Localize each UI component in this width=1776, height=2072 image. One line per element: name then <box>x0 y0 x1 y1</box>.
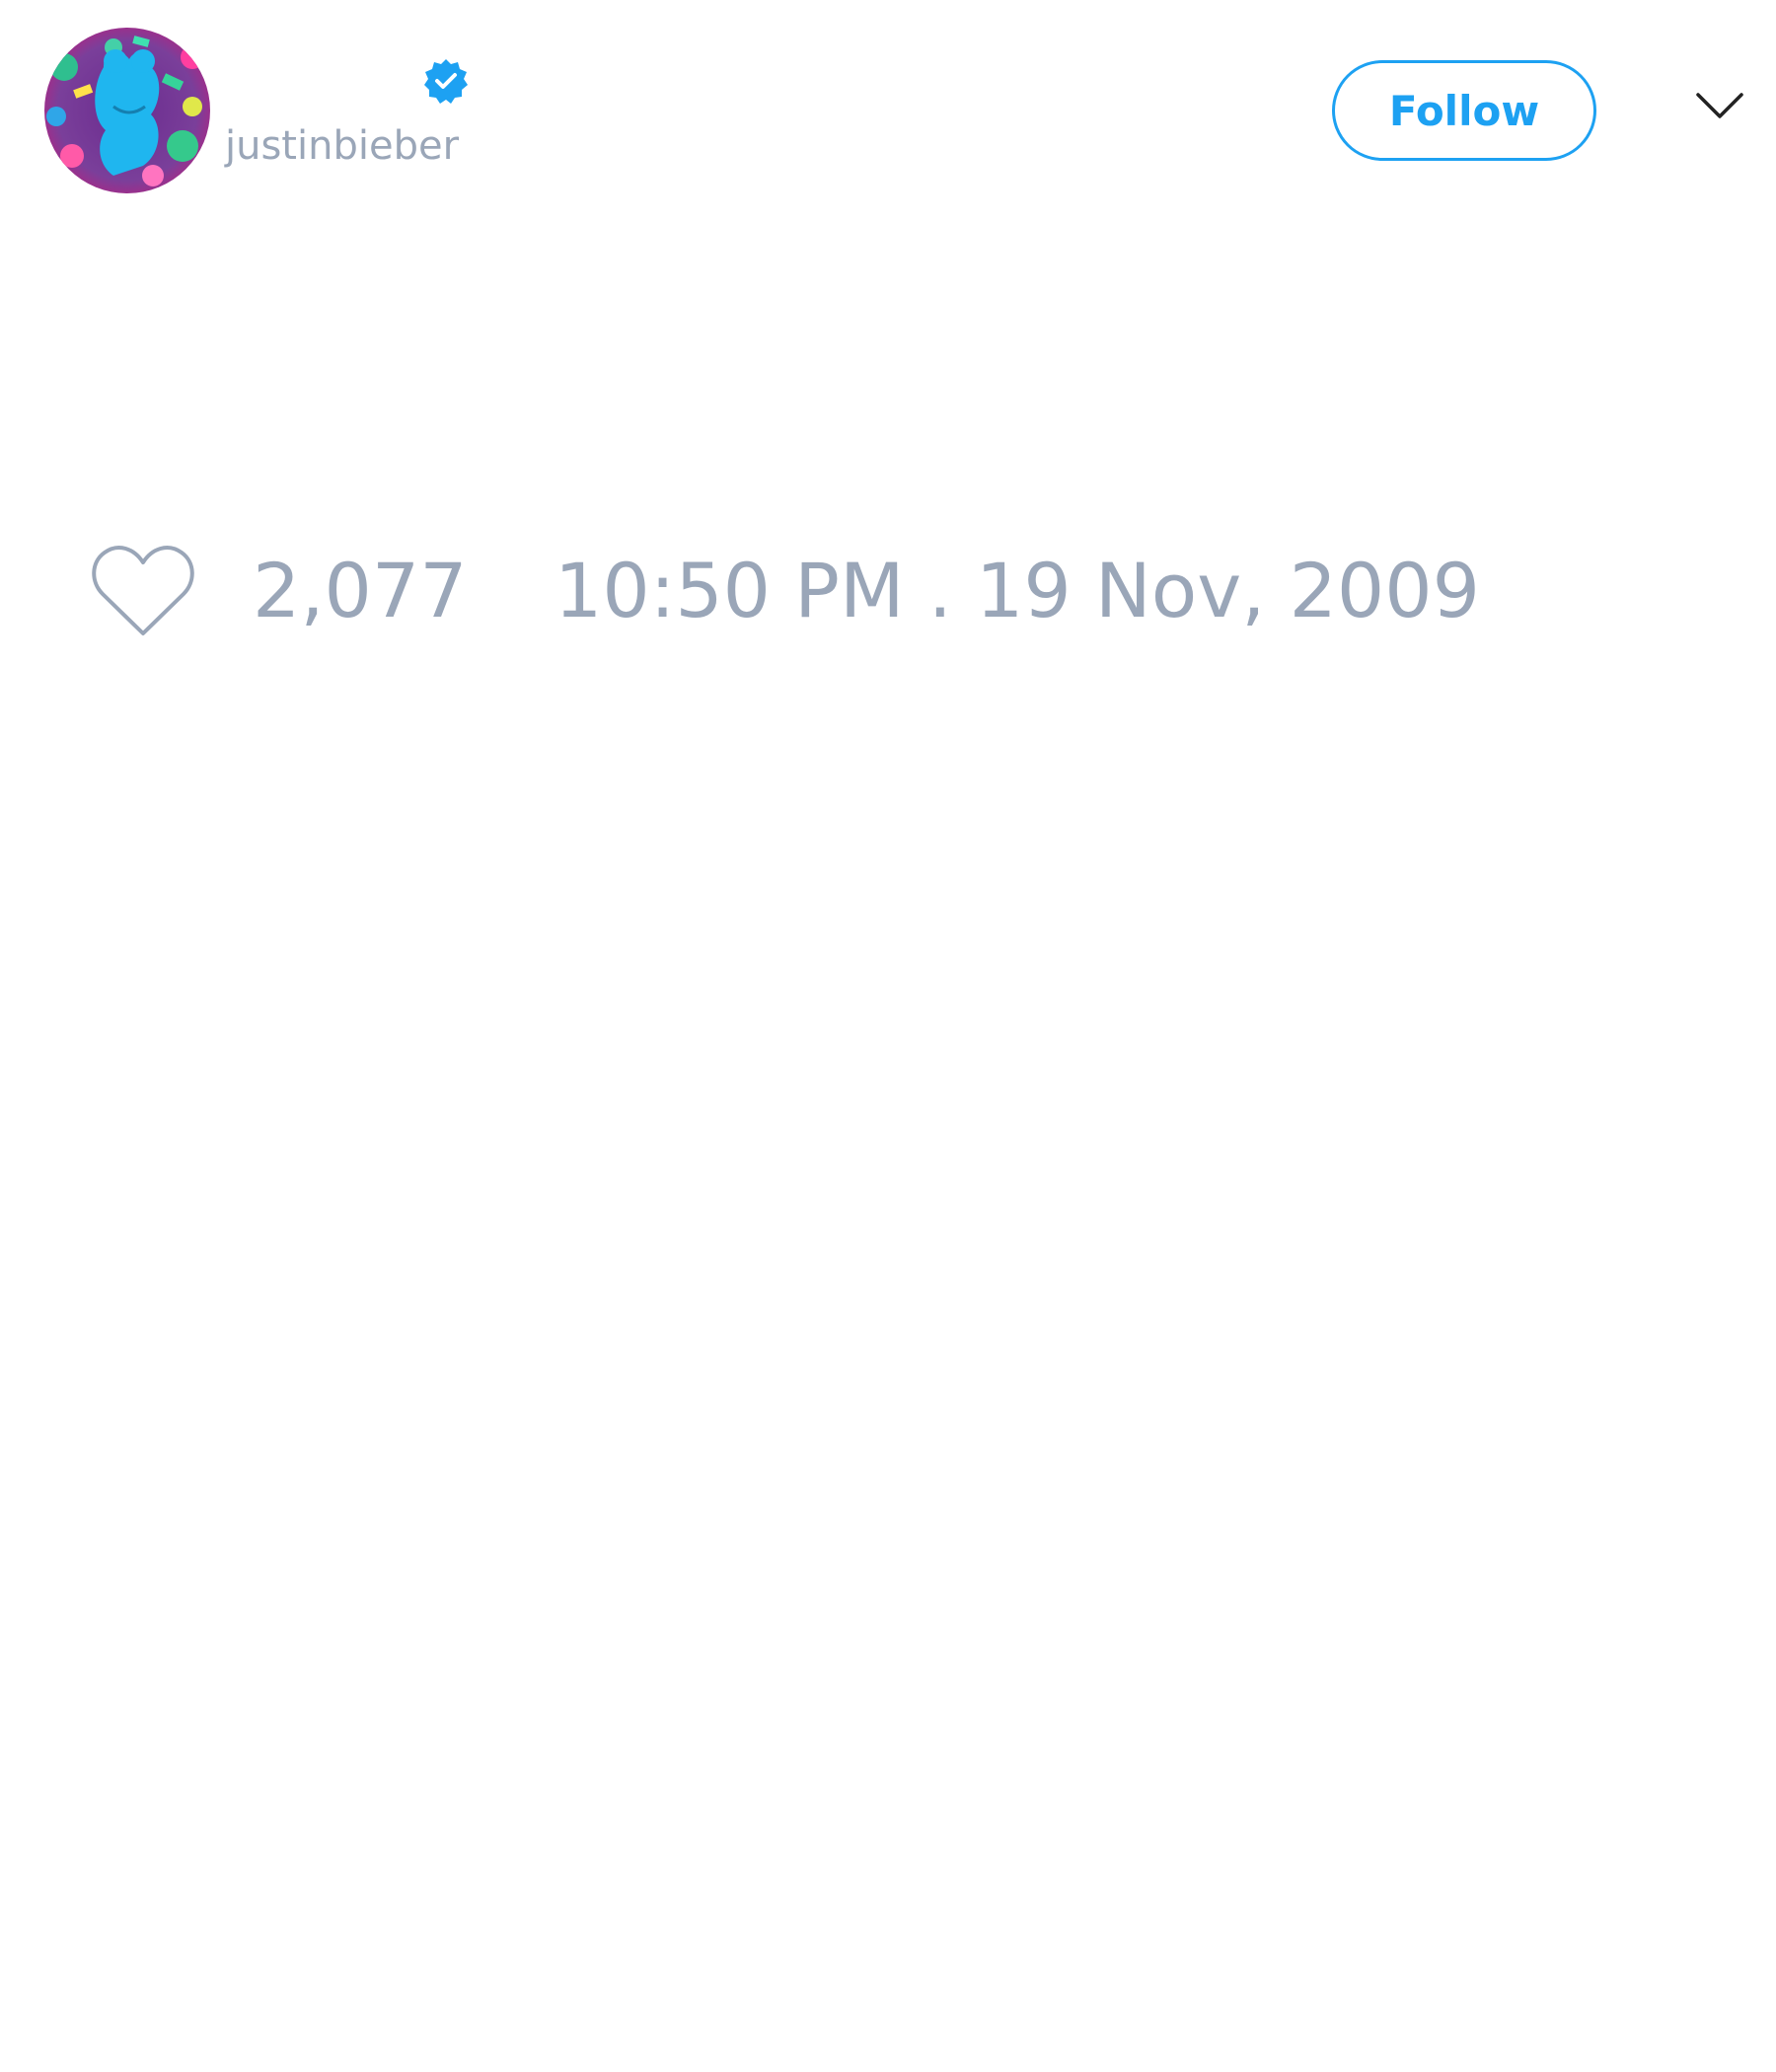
tweet-card: justinbieber Follow 2,077 10:50 PM . 19 … <box>0 0 1776 2072</box>
avatar-image <box>44 28 210 193</box>
author-handle[interactable]: justinbieber <box>225 126 459 166</box>
heart-icon[interactable] <box>89 543 197 639</box>
chevron-down-icon[interactable] <box>1695 89 1744 124</box>
like-count: 2,077 <box>253 547 468 634</box>
avatar[interactable] <box>44 28 210 193</box>
tweet-timestamp[interactable]: 10:50 PM . 19 Nov, 2009 <box>555 554 1480 629</box>
follow-button[interactable]: Follow <box>1332 60 1596 161</box>
verified-badge-icon <box>424 59 468 104</box>
